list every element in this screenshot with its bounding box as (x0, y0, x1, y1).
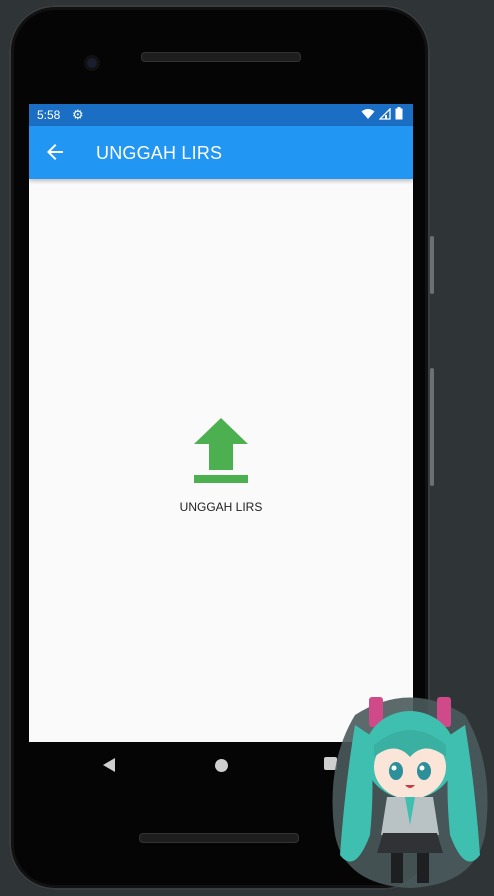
wifi-icon (361, 108, 375, 119)
chibi-sticker (332, 697, 488, 888)
back-arrow-icon[interactable] (43, 140, 67, 164)
battery-icon (395, 107, 403, 120)
bottom-speaker (139, 833, 299, 843)
status-bar: 5:58 ⚙ (29, 104, 413, 126)
page-title: UNGGAH LIRS (96, 143, 223, 163)
phone-screen: 5:58 ⚙ UNGGAH LIRS UNGGAH LIRS (29, 104, 413, 742)
front-camera (84, 55, 100, 71)
upload-label: UNGGAH LIRS (179, 500, 263, 514)
upload-button[interactable]: UNGGAH LIRS (179, 416, 263, 516)
app-bar: UNGGAH LIRS (29, 126, 413, 179)
settings-gear-icon: ⚙ (72, 107, 84, 122)
volume-button (430, 236, 434, 294)
status-icons (361, 107, 403, 120)
signal-icon (379, 107, 391, 120)
nav-back-icon[interactable] (102, 757, 116, 773)
top-speaker (141, 52, 301, 62)
upload-icon (194, 418, 248, 483)
nav-home-icon[interactable] (215, 759, 228, 772)
power-button (430, 368, 434, 486)
status-time: 5:58 (37, 108, 61, 122)
